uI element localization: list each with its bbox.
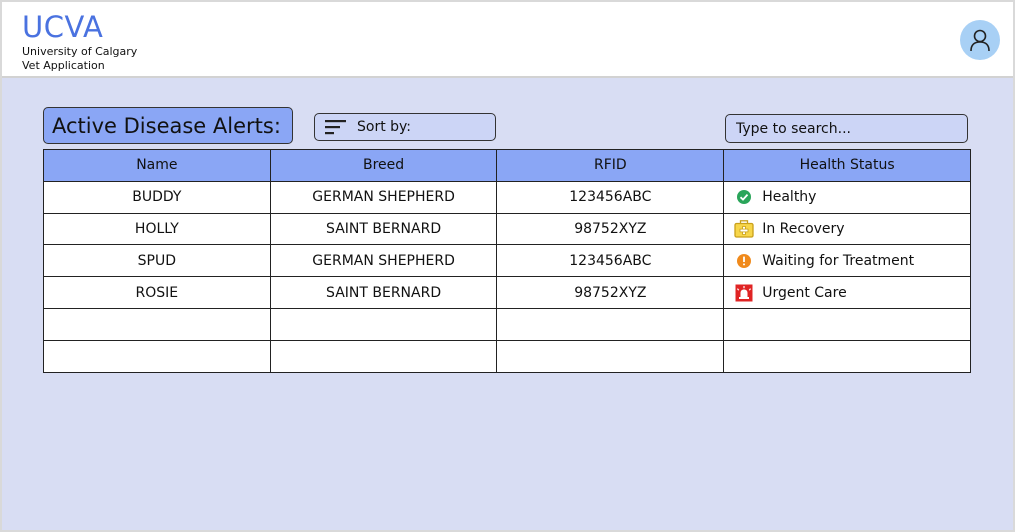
cell-rfid: 123456ABC xyxy=(496,180,725,214)
column-header-name[interactable]: Name xyxy=(43,149,271,182)
status-text: Urgent Care xyxy=(762,284,847,301)
cell-health-status: Waiting for Treatment xyxy=(723,244,971,278)
table-row[interactable]: BUDDY GERMAN SHEPHERD 123456ABC Healthy xyxy=(43,180,971,214)
search-input[interactable] xyxy=(725,114,968,143)
cell-breed: GERMAN SHEPHERD xyxy=(269,244,498,278)
cell-rfid: 98752XYZ xyxy=(496,212,725,246)
cell-health-status: Urgent Care xyxy=(723,276,971,309)
cell-rfid: 98752XYZ xyxy=(496,276,725,309)
column-header-health-status[interactable]: Health Status xyxy=(723,149,971,182)
subtitle-line-1: University of Calgary xyxy=(22,45,138,58)
user-icon xyxy=(969,28,991,52)
sort-dropdown[interactable]: Sort by: xyxy=(314,113,496,141)
cell-empty xyxy=(723,339,971,373)
cell-empty xyxy=(43,339,271,373)
cell-empty xyxy=(496,339,725,373)
cell-name: SPUD xyxy=(43,244,271,278)
app-subtitle: University of Calgary Vet Application xyxy=(22,45,137,73)
cell-empty xyxy=(269,339,498,373)
status-text: In Recovery xyxy=(762,220,845,237)
medical-kit-icon xyxy=(734,219,754,239)
subtitle-line-2: Vet Application xyxy=(22,59,105,72)
cell-breed: SAINT BERNARD xyxy=(269,212,498,246)
cell-health-status: Healthy xyxy=(723,180,971,214)
sort-icon xyxy=(325,119,347,135)
column-header-breed[interactable]: Breed xyxy=(269,149,498,182)
column-header-rfid[interactable]: RFID xyxy=(496,149,725,182)
check-circle-icon xyxy=(734,187,754,207)
cell-name: HOLLY xyxy=(43,212,271,246)
cell-empty xyxy=(43,307,271,341)
alerts-table: Name Breed RFID Health Status BUDDY GERM… xyxy=(43,149,971,373)
sort-label: Sort by: xyxy=(357,119,412,135)
cell-name: BUDDY xyxy=(43,180,271,214)
cell-empty xyxy=(496,307,725,341)
app-logo[interactable]: UCVA xyxy=(22,10,103,44)
app-frame: UCVA University of Calgary Vet Applicati… xyxy=(2,2,1013,530)
page-title: Active Disease Alerts: xyxy=(43,107,293,144)
status-text: Healthy xyxy=(762,189,817,206)
alarm-siren-icon xyxy=(734,283,754,303)
cell-empty xyxy=(269,307,498,341)
table-row[interactable]: SPUD GERMAN SHEPHERD 123456ABC Waiting f… xyxy=(43,244,971,278)
user-avatar[interactable] xyxy=(960,20,1000,60)
cell-health-status: In Recovery xyxy=(723,212,971,246)
cell-rfid: 123456ABC xyxy=(496,244,725,278)
table-row xyxy=(43,307,971,341)
status-text: Waiting for Treatment xyxy=(762,252,915,269)
table-row[interactable]: ROSIE SAINT BERNARD 98752XYZ Urgent Care xyxy=(43,276,971,309)
table-header-row: Name Breed RFID Health Status xyxy=(43,149,971,182)
table-row xyxy=(43,339,971,373)
cell-breed: GERMAN SHEPHERD xyxy=(269,180,498,214)
table-row[interactable]: HOLLY SAINT BERNARD 98752XYZ In Recovery xyxy=(43,212,971,246)
cell-empty xyxy=(723,307,971,341)
cell-breed: SAINT BERNARD xyxy=(269,276,498,309)
exclamation-circle-icon xyxy=(734,251,754,271)
cell-name: ROSIE xyxy=(43,276,271,309)
app-header: UCVA University of Calgary Vet Applicati… xyxy=(2,2,1013,78)
